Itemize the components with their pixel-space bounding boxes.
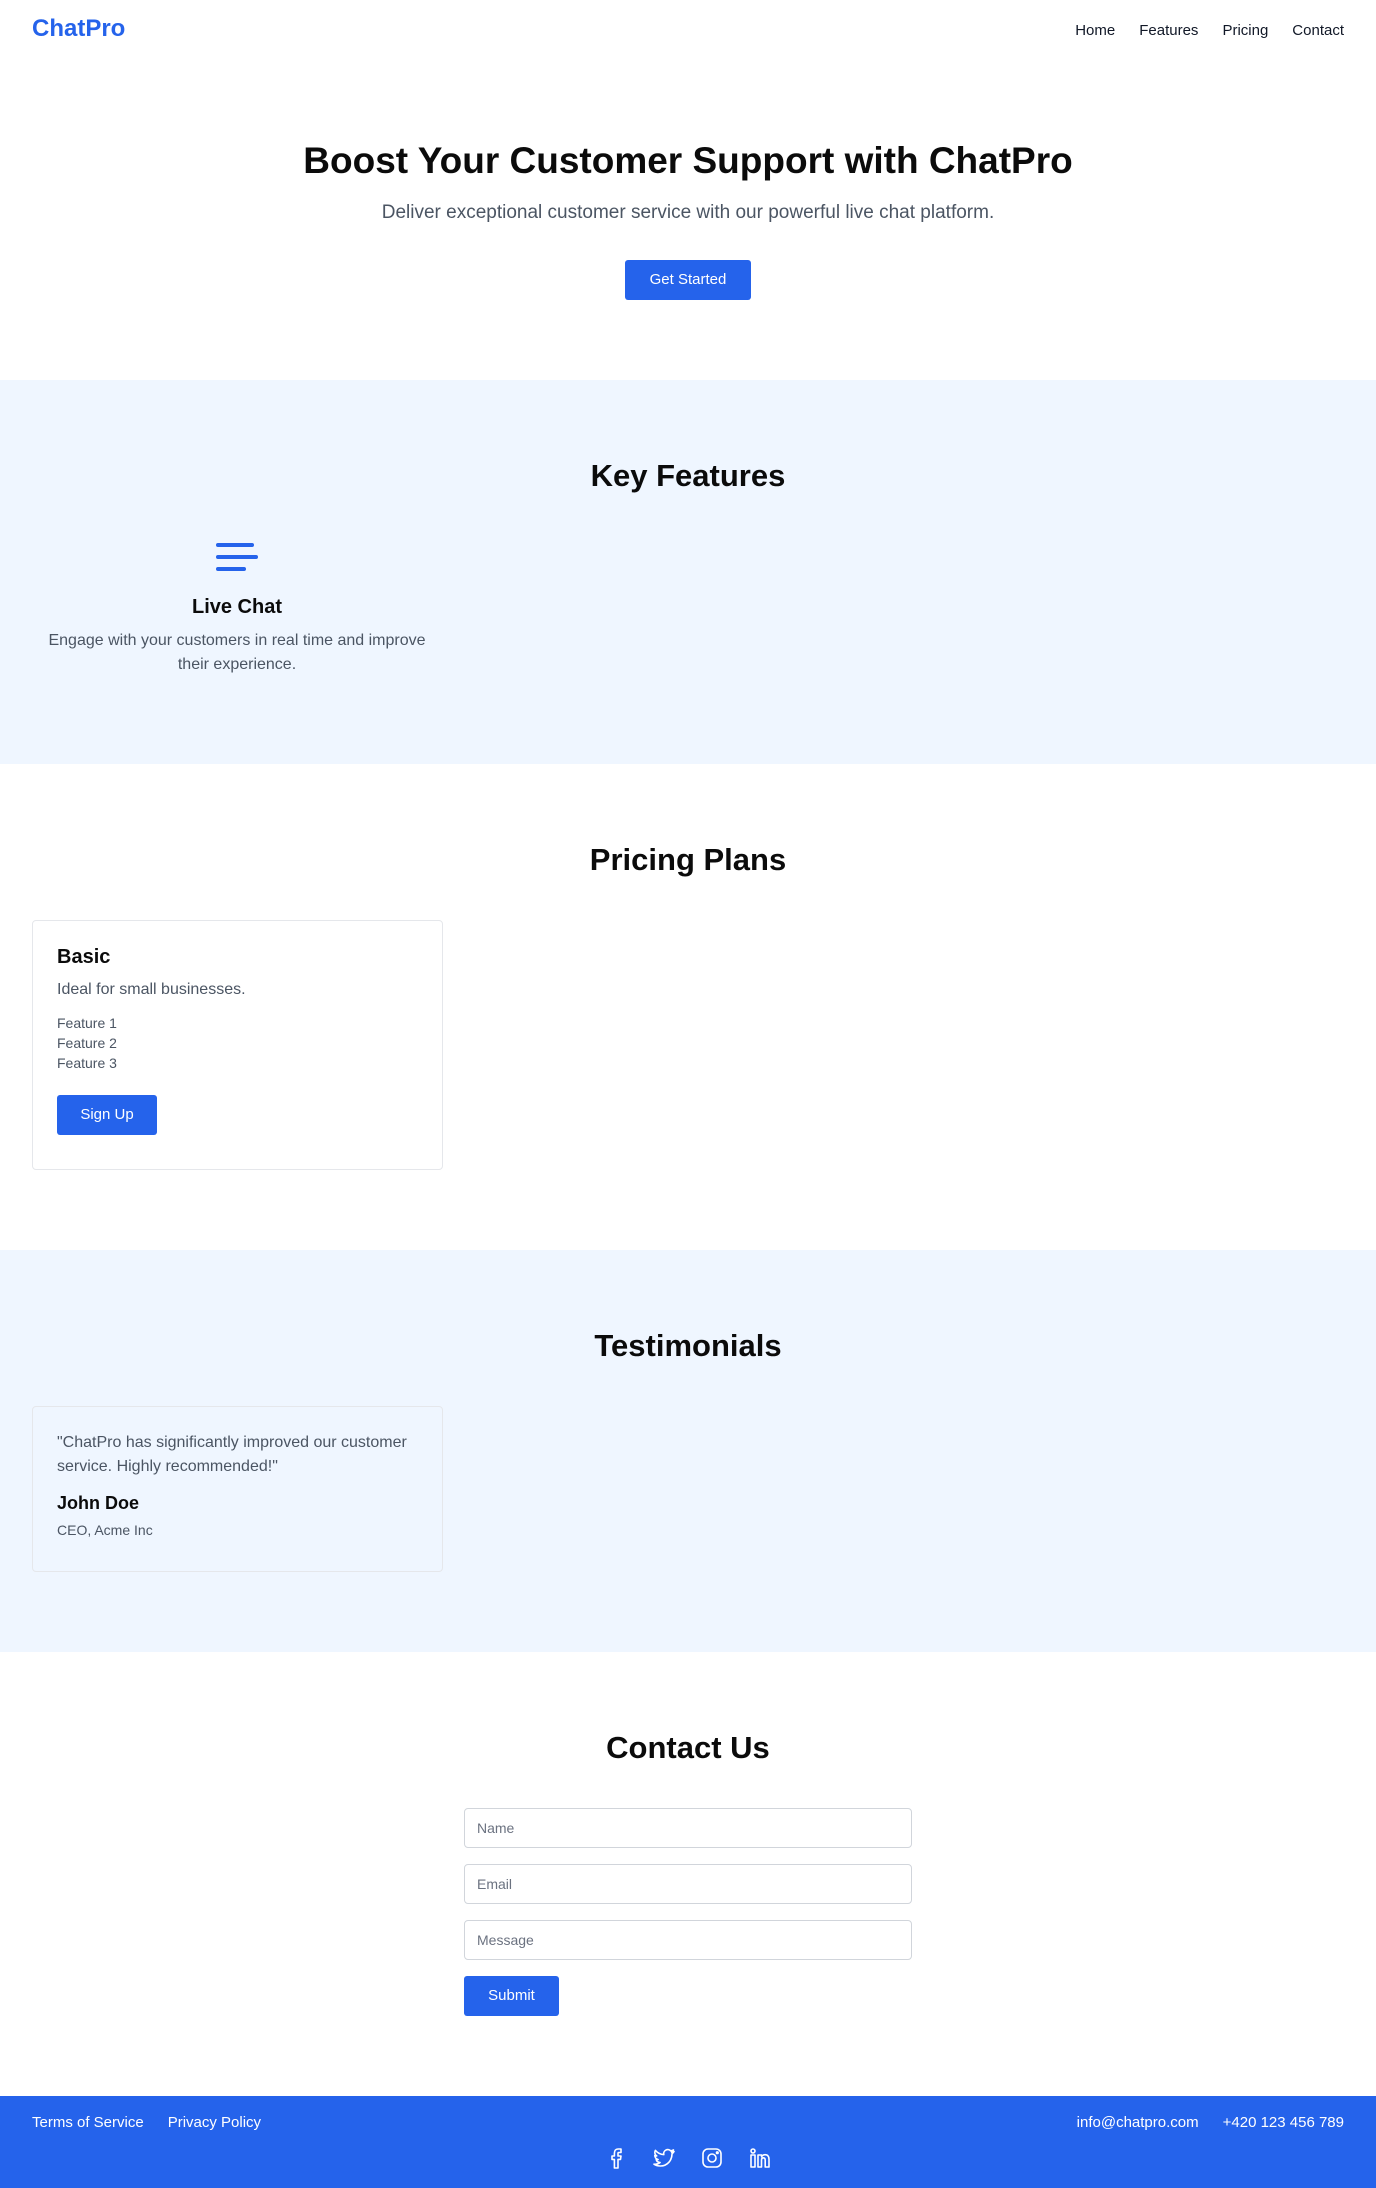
message-field[interactable] [464, 1920, 912, 1960]
contact-title: Contact Us [606, 1730, 770, 1765]
footer-email: info@chatpro.com [1076, 2114, 1199, 2131]
plan-name: Basic [57, 946, 111, 968]
contact-section: Contact Us Submit [0, 1652, 1376, 2096]
footer-phone: +420 123 456 789 [1222, 2114, 1344, 2131]
nav-home[interactable]: Home [1075, 22, 1115, 39]
menu-lines-icon [216, 543, 258, 571]
plan-description: Ideal for small businesses. [57, 981, 246, 998]
instagram-icon[interactable] [700, 2146, 724, 2170]
features-section: Key Features Live Chat Engage with your … [0, 380, 1376, 764]
email-field[interactable] [464, 1864, 912, 1904]
features-title: Key Features [590, 458, 786, 493]
testimonial-card: "ChatPro has significantly improved our … [32, 1406, 443, 1572]
nav-contact[interactable]: Contact [1292, 22, 1344, 39]
plan-feature-list: Feature 1 Feature 2 Feature 3 [57, 1013, 418, 1073]
footer-links: Terms of Service Privacy Policy [32, 2114, 261, 2131]
terms-link[interactable]: Terms of Service [32, 2114, 144, 2131]
social-links [0, 2146, 1376, 2170]
testimonials-title: Testimonials [594, 1328, 782, 1363]
plan-feature: Feature 3 [57, 1055, 117, 1071]
nav-features[interactable]: Features [1139, 22, 1198, 39]
plan-feature: Feature 1 [57, 1015, 117, 1031]
hero-title: Boost Your Customer Support with ChatPro [303, 140, 1073, 181]
linkedin-icon[interactable] [748, 2146, 772, 2170]
main-nav: Home Features Pricing Contact [1075, 22, 1344, 39]
hero-subtitle: Deliver exceptional customer service wit… [381, 202, 995, 223]
nav-pricing[interactable]: Pricing [1222, 22, 1268, 39]
facebook-icon[interactable] [604, 2146, 628, 2170]
feature-description: Engage with your customers in real time … [48, 632, 426, 673]
pricing-title: Pricing Plans [589, 842, 787, 877]
submit-button[interactable]: Submit [464, 1976, 559, 2016]
name-field[interactable] [464, 1808, 912, 1848]
contact-form: Submit [464, 1808, 912, 2016]
privacy-link[interactable]: Privacy Policy [168, 2114, 261, 2131]
plan-feature: Feature 2 [57, 1035, 117, 1051]
testimonials-section: Testimonials "ChatPro has significantly … [0, 1250, 1376, 1652]
hero-section: Boost Your Customer Support with ChatPro… [0, 64, 1376, 380]
site-header: ChatPro Home Features Pricing Contact [0, 0, 1376, 64]
plan-card-basic: Basic Ideal for small businesses. Featur… [32, 920, 443, 1170]
get-started-button[interactable]: Get Started [625, 260, 751, 300]
footer-contact: info@chatpro.com +420 123 456 789 [1077, 2114, 1344, 2131]
sign-up-button[interactable]: Sign Up [57, 1095, 157, 1135]
twitter-icon[interactable] [652, 2146, 676, 2170]
feature-title: Live Chat [191, 596, 283, 618]
testimonial-author: John Doe [57, 1493, 140, 1513]
logo[interactable]: ChatPro [32, 15, 125, 43]
testimonial-role: CEO, Acme Inc [57, 1522, 153, 1538]
testimonial-quote: "ChatPro has significantly improved our … [57, 1434, 407, 1475]
pricing-section: Pricing Plans Basic Ideal for small busi… [0, 764, 1376, 1250]
site-footer: Terms of Service Privacy Policy info@cha… [0, 2096, 1376, 2188]
feature-card: Live Chat Engage with your customers in … [32, 540, 442, 677]
